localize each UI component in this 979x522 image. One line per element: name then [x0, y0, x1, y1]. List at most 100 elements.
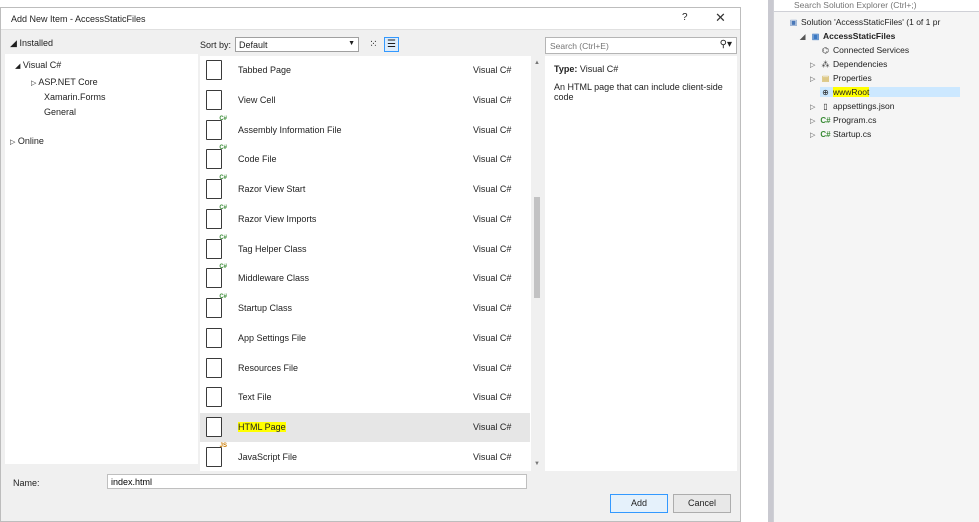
collapsed-triangle-icon: ▷ [810, 132, 816, 139]
class-file-icon: C# [206, 235, 227, 259]
expanded-triangle-icon: ◢ [800, 34, 806, 41]
template-row[interactable]: Resources File Visual C# [200, 354, 530, 383]
tree-item-visual-csharp[interactable]: ◢ Visual C# [15, 60, 61, 70]
solution-search-input[interactable] [792, 0, 979, 11]
tree-item-general[interactable]: General [44, 107, 76, 117]
dependencies-icon: ⁂ [821, 60, 830, 69]
template-list: Tabbed Page Visual C# View Cell Visual C… [200, 56, 543, 471]
template-language: Visual C# [473, 125, 512, 135]
scroll-up-arrow-icon[interactable]: ▲ [534, 60, 540, 66]
csharp-file-icon: C# [820, 116, 831, 125]
template-search-input[interactable] [548, 40, 708, 52]
template-name: Razor View Imports [238, 214, 317, 224]
template-row[interactable]: C# Startup Class Visual C# [200, 294, 530, 323]
add-button[interactable]: Add [610, 494, 668, 513]
project-icon: ▣ [811, 32, 820, 41]
template-name: HTML Page [238, 422, 286, 432]
dialog-titlebar: Add New Item - AccessStaticFiles ? ✕ [1, 8, 740, 30]
dialog-title: Add New Item - AccessStaticFiles [11, 14, 146, 24]
help-button[interactable]: ? [682, 12, 688, 23]
template-language: Visual C# [473, 95, 512, 105]
template-list-scrollbar[interactable]: ▲ ▼ [531, 56, 543, 471]
file-name-input[interactable] [107, 474, 527, 489]
collapsed-triangle-icon: ▷ [810, 76, 816, 83]
add-new-item-dialog: Add New Item - AccessStaticFiles ? ✕ ◢ I… [0, 7, 741, 522]
appsettings-node[interactable]: ▷ ▯ appsettings.json [810, 101, 894, 111]
template-row[interactable]: C# Tag Helper Class Visual C# [200, 235, 530, 264]
csharp-file-icon: C# [820, 130, 831, 139]
template-name: Startup Class [238, 303, 293, 313]
template-row-selected[interactable]: HTML Page Visual C# [200, 413, 530, 442]
tree-item-label: Xamarin.Forms [44, 92, 106, 102]
program-cs-node[interactable]: ▷ C# Program.cs [810, 115, 876, 125]
template-name: Resources File [238, 363, 299, 373]
search-icon[interactable]: ⚲▾ [720, 39, 732, 50]
template-type: Type: Visual C# [554, 64, 619, 74]
wwwroot-node[interactable]: ⊕ wwwRoot [820, 87, 960, 97]
template-row[interactable]: App Settings File Visual C# [200, 324, 530, 353]
tree-item-label: ASP.NET Core [38, 77, 98, 87]
scroll-down-arrow-icon[interactable]: ▼ [534, 461, 540, 467]
dependencies-node[interactable]: ▷ ⁂ Dependencies [810, 59, 887, 69]
project-node[interactable]: ◢ ▣ AccessStaticFiles [800, 31, 895, 41]
template-row[interactable]: C# Code File Visual C# [200, 145, 530, 174]
scrollbar-thumb[interactable] [534, 197, 540, 298]
template-row[interactable]: C# Middleware Class Visual C# [200, 264, 530, 293]
view-cell-icon [206, 90, 222, 110]
tree-item-xamarin-forms[interactable]: Xamarin.Forms [44, 92, 106, 102]
razor-file-icon: C# [206, 175, 227, 199]
collapsed-triangle-icon: ▷ [10, 139, 16, 146]
cancel-button[interactable]: Cancel [673, 494, 731, 513]
solution-explorer: ▣Solution 'AccessStaticFiles' (1 of 1 pr… [773, 0, 979, 522]
online-header[interactable]: ▷ Online [10, 136, 44, 146]
html-page-icon [206, 60, 222, 80]
template-language: Visual C# [473, 333, 512, 343]
close-button[interactable]: ✕ [715, 10, 726, 26]
resources-file-icon [206, 358, 222, 378]
template-row[interactable]: C# Assembly Information File Visual C# [200, 116, 530, 145]
connected-services-node[interactable]: ⌬ Connected Services [820, 45, 909, 55]
tree-item-label: General [44, 107, 77, 117]
template-name: Code File [238, 154, 277, 164]
solution-search-box[interactable] [774, 0, 979, 12]
template-name: Text File [238, 392, 272, 402]
template-row[interactable]: Tabbed Page Visual C# [200, 56, 530, 85]
template-row[interactable]: C# Razor View Imports Visual C# [200, 205, 530, 234]
grid-view-button[interactable]: ⁙ [366, 37, 381, 52]
list-view-button[interactable]: ☰ [384, 37, 399, 52]
template-language: Visual C# [473, 154, 512, 164]
category-pane: ◢ Installed ◢ Visual C# ▷ ASP.NET Core X… [1, 30, 198, 470]
template-row[interactable]: JS JavaScript File Visual C# [200, 443, 530, 471]
html-page-icon [206, 417, 222, 437]
template-language: Visual C# [473, 273, 512, 283]
globe-icon: ⊕ [822, 88, 829, 97]
template-name: Middleware Class [238, 273, 310, 283]
template-row[interactable]: Text File Visual C# [200, 383, 530, 412]
template-name: App Settings File [238, 333, 307, 343]
solution-node[interactable]: ▣ Solution 'AccessStaticFiles' (1 of 1 pr [788, 17, 941, 27]
class-file-icon: C# [206, 294, 227, 318]
connected-services-icon: ⌬ [822, 46, 829, 55]
collapsed-triangle-icon: ▷ [810, 62, 816, 69]
collapsed-triangle-icon: ▷ [31, 80, 37, 87]
class-file-icon: C# [206, 264, 227, 288]
name-row: Name: [1, 471, 740, 493]
grid-view-icon: ⁙ [369, 39, 378, 50]
tree-item-aspnet-core[interactable]: ▷ ASP.NET Core [31, 77, 98, 87]
installed-header[interactable]: ◢ Installed [10, 38, 53, 49]
properties-node[interactable]: ▷ ▤ Properties [810, 73, 872, 83]
template-row[interactable]: View Cell Visual C# [200, 86, 530, 115]
chevron-down-icon: ▼ [348, 40, 355, 47]
json-file-icon: ▯ [823, 102, 828, 111]
settings-file-icon [206, 328, 222, 348]
properties-icon: ▤ [821, 74, 830, 83]
template-name: View Cell [238, 95, 276, 105]
template-language: Visual C# [473, 244, 512, 254]
template-search-box[interactable]: ⚲▾ [545, 37, 737, 54]
sort-by-label: Sort by: [200, 40, 232, 50]
template-row[interactable]: C# Razor View Start Visual C# [200, 175, 530, 204]
expanded-triangle-icon: ◢ [10, 38, 17, 48]
template-name: JavaScript File [238, 452, 298, 462]
startup-cs-node[interactable]: ▷ C# Startup.cs [810, 129, 871, 139]
sort-by-dropdown[interactable]: Default ▼ [235, 37, 359, 52]
